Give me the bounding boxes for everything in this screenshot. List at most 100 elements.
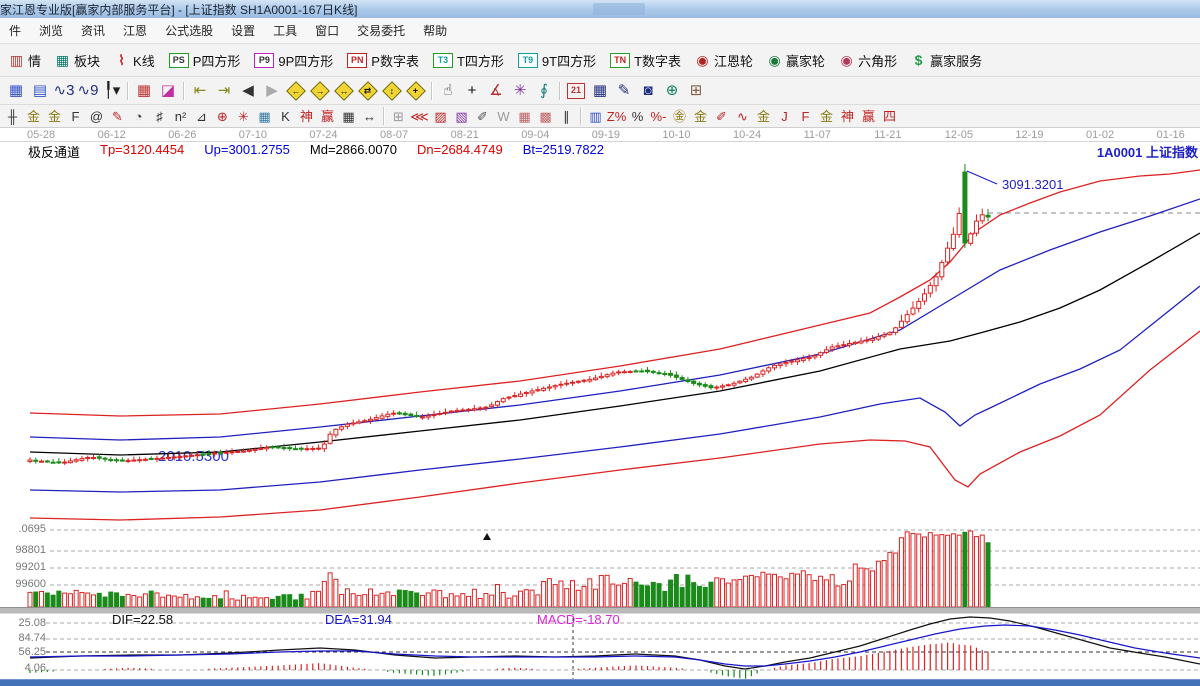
toolbar-button-9t-square[interactable]: T99T四方形 (511, 49, 603, 72)
clock-circle-icon[interactable]: ◔ (128, 107, 149, 126)
quote-partial-label: 情 (28, 51, 41, 70)
toolbar-button-winner-wheel[interactable]: ◉赢家轮 (760, 49, 832, 72)
gold-circle-icon[interactable]: ㊎ (669, 107, 690, 126)
gift-icon[interactable]: ✳ (508, 80, 532, 102)
star-lines-icon[interactable]: ✳ (233, 107, 254, 126)
menu-item-5[interactable]: 设置 (222, 18, 264, 43)
color-histogram-icon[interactable]: ◪ (156, 80, 180, 102)
calculator-icon[interactable]: ▦ (588, 80, 612, 102)
wave-icon[interactable]: ∿ (732, 107, 753, 126)
web-icon[interactable]: ⊕ (660, 80, 684, 102)
menu-item-7[interactable]: 窗口 (306, 18, 348, 43)
j-line-icon[interactable]: J (774, 107, 795, 126)
toolbar-button-kline[interactable]: ⌇K线 (107, 49, 162, 72)
volume-axis-.0695: .0695 (0, 523, 46, 535)
toolbar-button-gann-wheel[interactable]: ◉江恩轮 (688, 49, 760, 72)
menu-item-4[interactable]: 公式选股 (156, 18, 222, 43)
pattern-red-icon[interactable]: ▦ (132, 80, 156, 102)
fibo-icon[interactable]: F (65, 107, 86, 126)
percent-wave-icon[interactable]: Z% (606, 107, 627, 126)
mirror-icon[interactable]: ⊿ (191, 107, 212, 126)
width-arrows-icon[interactable]: ↔ (359, 107, 380, 126)
rays-icon[interactable]: ⋘ (409, 107, 430, 126)
menu-item-3[interactable]: 江恩 (114, 18, 156, 43)
hand-icon[interactable]: ☝ (436, 80, 460, 102)
menu-item-2[interactable]: 资讯 (72, 18, 114, 43)
pattern-window-icon[interactable]: ▦ (4, 80, 28, 102)
percent-icon[interactable]: % (627, 107, 648, 126)
toolbar-button-sector[interactable]: ▦板块 (48, 49, 107, 72)
shen-icon[interactable]: 神 (296, 107, 317, 126)
grid-red2-icon[interactable]: ▩ (535, 107, 556, 126)
menu-item-9[interactable]: 帮助 (414, 18, 456, 43)
crosshair-icon[interactable]: + (460, 80, 484, 102)
bars-panel-icon[interactable]: ▥ (585, 107, 606, 126)
gann-circle-icon[interactable]: ⊕ (212, 107, 233, 126)
diamond-left-icon[interactable]: ← (286, 81, 306, 101)
last-bar-icon[interactable]: ⇥ (212, 80, 236, 102)
ying2-icon[interactable]: 赢 (858, 107, 879, 126)
gold-section-icon[interactable]: 金 (23, 107, 44, 126)
diamond-expand-icon[interactable]: ↔ (334, 81, 354, 101)
notes-icon[interactable]: ✎ (612, 80, 636, 102)
ying-icon[interactable]: 赢 (317, 107, 338, 126)
menu-item-1[interactable]: 浏览 (30, 18, 72, 43)
document-icon[interactable]: ▤ (28, 80, 52, 102)
percent-lines-icon[interactable]: %- (648, 107, 669, 126)
n2-icon[interactable]: n² (170, 107, 191, 126)
first-bar-icon[interactable]: ⇤ (188, 80, 212, 102)
pencil-lines-icon[interactable]: ✐ (472, 107, 493, 126)
p-table-label: P数字表 (371, 51, 419, 70)
fan-box-icon[interactable]: ▨ (430, 107, 451, 126)
symbol-label: 1A0001 上证指数 (1097, 142, 1198, 161)
parallel-icon[interactable]: ╫ (2, 107, 23, 126)
gold-section2-icon[interactable]: 金 (44, 107, 65, 126)
toolbar-button-9p-square[interactable]: P99P四方形 (247, 49, 340, 72)
flag-pen-icon[interactable]: ✐ (711, 107, 732, 126)
gold-lines-icon[interactable]: 金 (690, 107, 711, 126)
prev-bar-icon[interactable]: ◀ (236, 80, 260, 102)
toolbar-button-quote-partial[interactable]: ▥情 (2, 49, 48, 72)
spiral-icon[interactable]: @ (86, 107, 107, 126)
save-icon[interactable]: ◙ (636, 80, 660, 102)
four-line-icon[interactable]: 四 (879, 107, 900, 126)
frame-icon[interactable]: ⊞ (388, 107, 409, 126)
diamond-right-icon[interactable]: → (310, 81, 330, 101)
9t-square-icon: T9 (518, 53, 538, 68)
diamond-swap-icon[interactable]: ⇄ (358, 81, 378, 101)
slant-lines-icon[interactable]: ∥ (556, 107, 577, 126)
calendar-icon[interactable]: 21 (567, 83, 585, 99)
gold-pen-icon[interactable]: 金 (816, 107, 837, 126)
ruler-icon[interactable]: ♯ (149, 107, 170, 126)
diamond-all-icon[interactable]: + (406, 81, 426, 101)
fan-box2-icon[interactable]: ▧ (451, 107, 472, 126)
candle-style-icon[interactable]: ╿▾ (100, 80, 124, 102)
chart3-icon[interactable]: ∿3 (52, 80, 76, 102)
grid123-icon[interactable]: ▦ (338, 107, 359, 126)
shen2-icon[interactable]: 神 (837, 107, 858, 126)
cart-icon[interactable]: ⊞ (684, 80, 708, 102)
chart9-icon[interactable]: ∿9 (76, 80, 100, 102)
k-mark-icon[interactable]: K (275, 107, 296, 126)
e-line-icon[interactable]: F (795, 107, 816, 126)
next-bar-icon[interactable]: ▶ (260, 80, 284, 102)
diamond-vertical-icon[interactable]: ↕ (382, 81, 402, 101)
menu-item-8[interactable]: 交易委托 (348, 18, 414, 43)
pen-tool-icon[interactable]: ✎ (107, 107, 128, 126)
toolbar-button-p-table[interactable]: PNP数字表 (340, 49, 426, 72)
zigzag-icon[interactable]: W (493, 107, 514, 126)
chart-canvas[interactable] (0, 158, 1200, 608)
grid-box-icon[interactable]: ▦ (254, 107, 275, 126)
indicator-value-4: Bt=2519.7822 (523, 142, 604, 161)
toolbar-button-t-table[interactable]: TNT数字表 (603, 49, 688, 72)
toolbar-button-hexagon[interactable]: ◉六角形 (832, 49, 904, 72)
angle-icon[interactable]: ∡ (484, 80, 508, 102)
grid-red-icon[interactable]: ▦ (514, 107, 535, 126)
menu-item-0[interactable]: 件 (0, 18, 30, 43)
toolbar-button-p-square[interactable]: PSP四方形 (162, 49, 248, 72)
toolbar-button-t-square[interactable]: T3T四方形 (426, 49, 511, 72)
gold-rule-icon[interactable]: 金 (753, 107, 774, 126)
menu-item-6[interactable]: 工具 (264, 18, 306, 43)
knot-icon[interactable]: ∮ (532, 80, 556, 102)
toolbar-button-winner-service[interactable]: $赢家服务 (904, 49, 989, 72)
